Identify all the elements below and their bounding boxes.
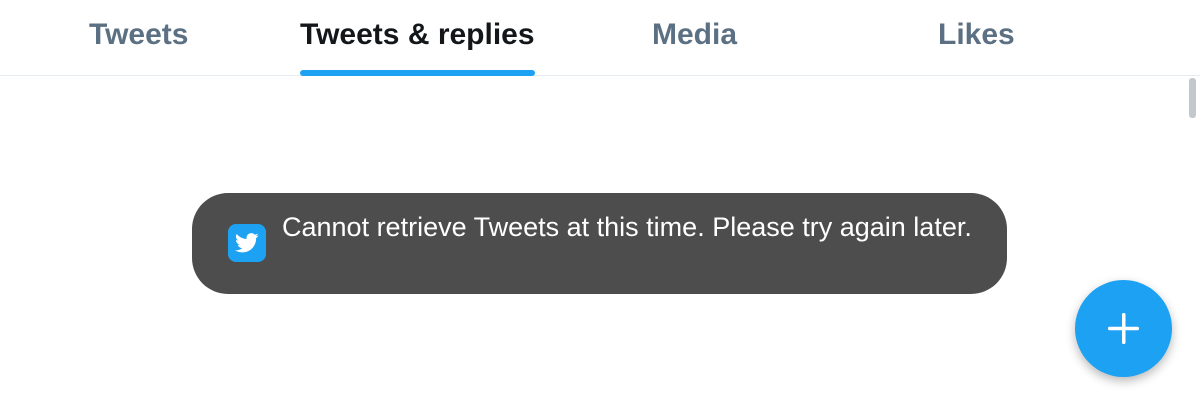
compose-tweet-button[interactable] [1075, 280, 1172, 377]
tab-likes[interactable]: Likes [938, 0, 1015, 76]
tab-tweets-and-replies-label: Tweets & replies [300, 18, 535, 51]
plus-icon [1108, 313, 1139, 344]
active-tab-indicator [300, 70, 535, 76]
tab-media[interactable]: Media [652, 0, 737, 76]
scrollbar[interactable] [1189, 78, 1196, 118]
profile-tab-bar: Tweets Tweets & replies Media Likes [0, 0, 1200, 76]
profile-timeline-screen: Tweets Tweets & replies Media Likes Cann… [0, 0, 1200, 405]
toast-message: Cannot retrieve Tweets at this time. Ple… [282, 212, 972, 242]
tab-tweets[interactable]: Tweets [89, 0, 188, 76]
error-toast: Cannot retrieve Tweets at this time. Ple… [192, 193, 1007, 294]
twitter-bird-icon [228, 224, 266, 262]
tab-tweets-and-replies[interactable]: Tweets & replies [300, 0, 535, 76]
tab-likes-label: Likes [938, 18, 1015, 51]
tab-media-label: Media [652, 18, 738, 51]
tab-tweets-label: Tweets [89, 18, 189, 51]
